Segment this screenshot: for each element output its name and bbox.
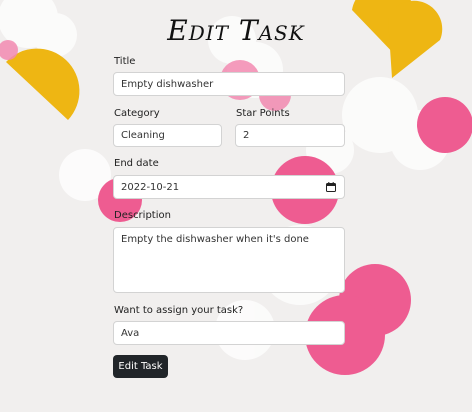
category-label: Category	[114, 108, 160, 119]
category-input-value: Cleaning	[121, 130, 165, 141]
description-label: Description	[114, 210, 171, 221]
title-input-value: Empty dishwasher	[121, 78, 214, 90]
page-title: Edit Task	[167, 14, 305, 47]
assign-input-value: Ava	[121, 327, 140, 339]
star-points-input-value: 2	[243, 130, 250, 141]
star-points-label: Star Points	[236, 108, 290, 119]
description-textarea-value: Empty the dishwasher when it's done	[121, 234, 309, 245]
title-input[interactable]: Empty dishwasher	[113, 72, 345, 96]
category-input[interactable]: Cleaning	[113, 124, 222, 147]
assign-input[interactable]: Ava	[113, 321, 345, 345]
title-label: Title	[114, 56, 136, 67]
star-points-input[interactable]: 2	[235, 124, 345, 147]
end-date-input[interactable]: 2022-10-21	[113, 175, 345, 199]
description-textarea[interactable]: Empty the dishwasher when it's done	[113, 227, 345, 293]
assign-label: Want to assign your task?	[114, 305, 244, 316]
edit-task-button[interactable]: Edit Task	[113, 355, 168, 378]
calendar-icon[interactable]	[326, 182, 336, 192]
end-date-label: End date	[114, 158, 159, 169]
end-date-input-value: 2022-10-21	[121, 181, 180, 193]
